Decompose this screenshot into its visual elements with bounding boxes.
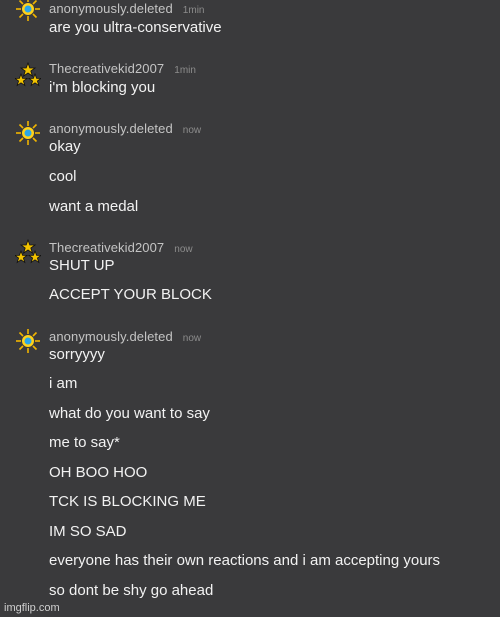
message-text: sorryyyy (49, 346, 105, 363)
sun-icon[interactable] (15, 0, 41, 22)
timestamp: 1min (174, 65, 196, 76)
message-text: me to say* (49, 434, 120, 451)
message-text: so dont be shy go ahead (49, 582, 214, 599)
message-text: are you ultra-conservative (49, 19, 222, 36)
username[interactable]: Thecreativekid2007 (49, 61, 164, 76)
timestamp: now (182, 333, 202, 344)
sun-icon[interactable] (15, 328, 41, 354)
stars-triangle-icon[interactable] (15, 62, 41, 88)
message-text: TCK IS BLOCKING ME (49, 493, 206, 510)
message-text: i'm blocking you (49, 79, 156, 96)
username[interactable]: Thecreativekid2007 (49, 240, 164, 255)
username[interactable]: anonymously.deleted (49, 1, 173, 16)
message-text: okay (49, 138, 81, 155)
message-meta: Thecreativekid2007 1min (49, 61, 196, 76)
message-text: ACCEPT YOUR BLOCK (49, 286, 212, 303)
message-text: OH BOO HOO (49, 464, 148, 481)
message-meta: anonymously.deleted now (49, 329, 201, 344)
message-meta: anonymously.deleted now (49, 121, 201, 136)
timestamp: 1min (182, 5, 205, 16)
message-text: cool (49, 168, 77, 185)
timestamp: now (182, 125, 202, 136)
message-meta: anonymously.deleted 1min (49, 1, 204, 16)
message-meta: Thecreativekid2007 now (49, 240, 193, 255)
timestamp: now (174, 244, 193, 255)
sun-icon[interactable] (15, 120, 41, 146)
message-text: what do you want to say (49, 405, 210, 422)
message-text: IM SO SAD (49, 523, 127, 540)
message-text: SHUT UP (49, 257, 115, 274)
message-text: i am (49, 375, 78, 392)
username[interactable]: anonymously.deleted (49, 329, 173, 344)
message-text: want a medal (49, 198, 139, 215)
imgflip-watermark: imgflip.com (4, 602, 60, 614)
username[interactable]: anonymously.deleted (49, 121, 173, 136)
stars-triangle-icon[interactable] (15, 239, 41, 265)
message-text: everyone has their own reactions and i a… (49, 552, 441, 569)
